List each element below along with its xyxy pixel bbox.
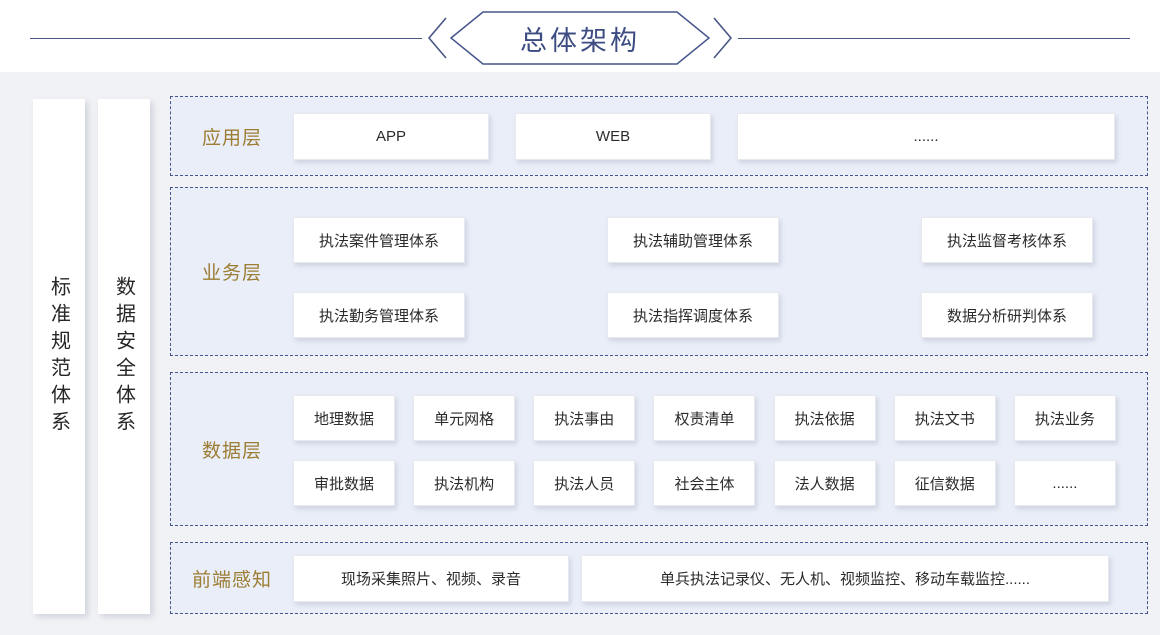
- chevron-left-icon: [424, 12, 448, 64]
- layers-column: 应用层 APP WEB ...... 业务层 执法案件管理体系 执法辅助管理体系…: [170, 96, 1148, 615]
- arch-box-auxiliary-management: 执法辅助管理体系: [607, 217, 779, 263]
- layer-business: 业务层 执法案件管理体系 执法辅助管理体系 执法监督考核体系 执法勤务管理体系 …: [170, 187, 1148, 356]
- pillar-data-security-label: 数据安全体系: [110, 276, 139, 438]
- data-row-1: 地理数据 单元网格 执法事由 权责清单 执法依据 执法文书 执法业务: [293, 395, 1116, 441]
- sensing-row: 现场采集照片、视频、录音 单兵执法记录仪、无人机、视频监控、移动车载监控....…: [293, 555, 1147, 602]
- arch-box-case-management: 执法案件管理体系: [293, 217, 465, 263]
- page-header: 总体架构: [0, 4, 1160, 72]
- layer-business-label: 业务层: [171, 188, 293, 355]
- arch-box-legal-person-data: 法人数据: [774, 460, 876, 506]
- arch-box-data-analysis: 数据分析研判体系: [921, 292, 1093, 338]
- layer-application-label: 应用层: [171, 97, 293, 175]
- pillar-standards: 标准规范体系: [33, 99, 85, 614]
- title-hexagon: 总体架构: [450, 10, 710, 66]
- arch-box-enforcement-cause: 执法事由: [533, 395, 635, 441]
- pillar-standards-label: 标准规范体系: [45, 276, 74, 438]
- arch-box-responsibility-list: 权责清单: [653, 395, 755, 441]
- layer-frontend-sensing: 前端感知 现场采集照片、视频、录音 单兵执法记录仪、无人机、视频监控、移动车载监…: [170, 542, 1148, 614]
- layer-data: 数据层 地理数据 单元网格 执法事由 权责清单 执法依据 执法文书 执法业务 审…: [170, 372, 1148, 526]
- arch-box-unit-grid: 单元网格: [413, 395, 515, 441]
- business-row-1: 执法案件管理体系 执法辅助管理体系 执法监督考核体系: [293, 217, 1093, 263]
- data-row-2: 审批数据 执法机构 执法人员 社会主体 法人数据 征信数据 ......: [293, 460, 1116, 506]
- side-pillars: 标准规范体系 数据安全体系: [33, 96, 150, 615]
- arch-box-geo-data: 地理数据: [293, 395, 395, 441]
- pillar-data-security: 数据安全体系: [98, 99, 150, 614]
- arch-box-web: WEB: [515, 113, 711, 160]
- arch-box-command-dispatch: 执法指挥调度体系: [607, 292, 779, 338]
- chevron-right-icon: [712, 12, 736, 64]
- arch-box-approval-data: 审批数据: [293, 460, 395, 506]
- layer-data-label: 数据层: [171, 373, 293, 525]
- arch-box-enforcement-business: 执法业务: [1014, 395, 1116, 441]
- arch-box-supervision-assessment: 执法监督考核体系: [921, 217, 1093, 263]
- arch-box-recorder-drone-monitoring: 单兵执法记录仪、无人机、视频监控、移动车载监控......: [581, 555, 1109, 602]
- arch-box-duty-management: 执法勤务管理体系: [293, 292, 465, 338]
- arch-box-more-apps: ......: [737, 113, 1115, 160]
- header-left-line: [30, 38, 422, 39]
- application-row: APP WEB ......: [293, 113, 1147, 160]
- architecture-diagram: 标准规范体系 数据安全体系 应用层 APP WEB ...... 业务层 执法案…: [0, 72, 1160, 635]
- arch-box-app: APP: [293, 113, 489, 160]
- header-right-line: [738, 38, 1130, 39]
- layer-frontend-sensing-label: 前端感知: [171, 543, 293, 613]
- business-row-2: 执法勤务管理体系 执法指挥调度体系 数据分析研判体系: [293, 292, 1093, 338]
- arch-box-credit-data: 征信数据: [894, 460, 996, 506]
- arch-box-enforcement-agency: 执法机构: [413, 460, 515, 506]
- arch-box-enforcement-personnel: 执法人员: [533, 460, 635, 506]
- arch-box-more-data: ......: [1014, 460, 1116, 506]
- arch-box-social-subject: 社会主体: [653, 460, 755, 506]
- arch-box-enforcement-basis: 执法依据: [774, 395, 876, 441]
- arch-box-scene-capture: 现场采集照片、视频、录音: [293, 555, 569, 602]
- layer-application: 应用层 APP WEB ......: [170, 96, 1148, 176]
- page-title: 总体架构: [450, 10, 710, 66]
- arch-box-enforcement-documents: 执法文书: [894, 395, 996, 441]
